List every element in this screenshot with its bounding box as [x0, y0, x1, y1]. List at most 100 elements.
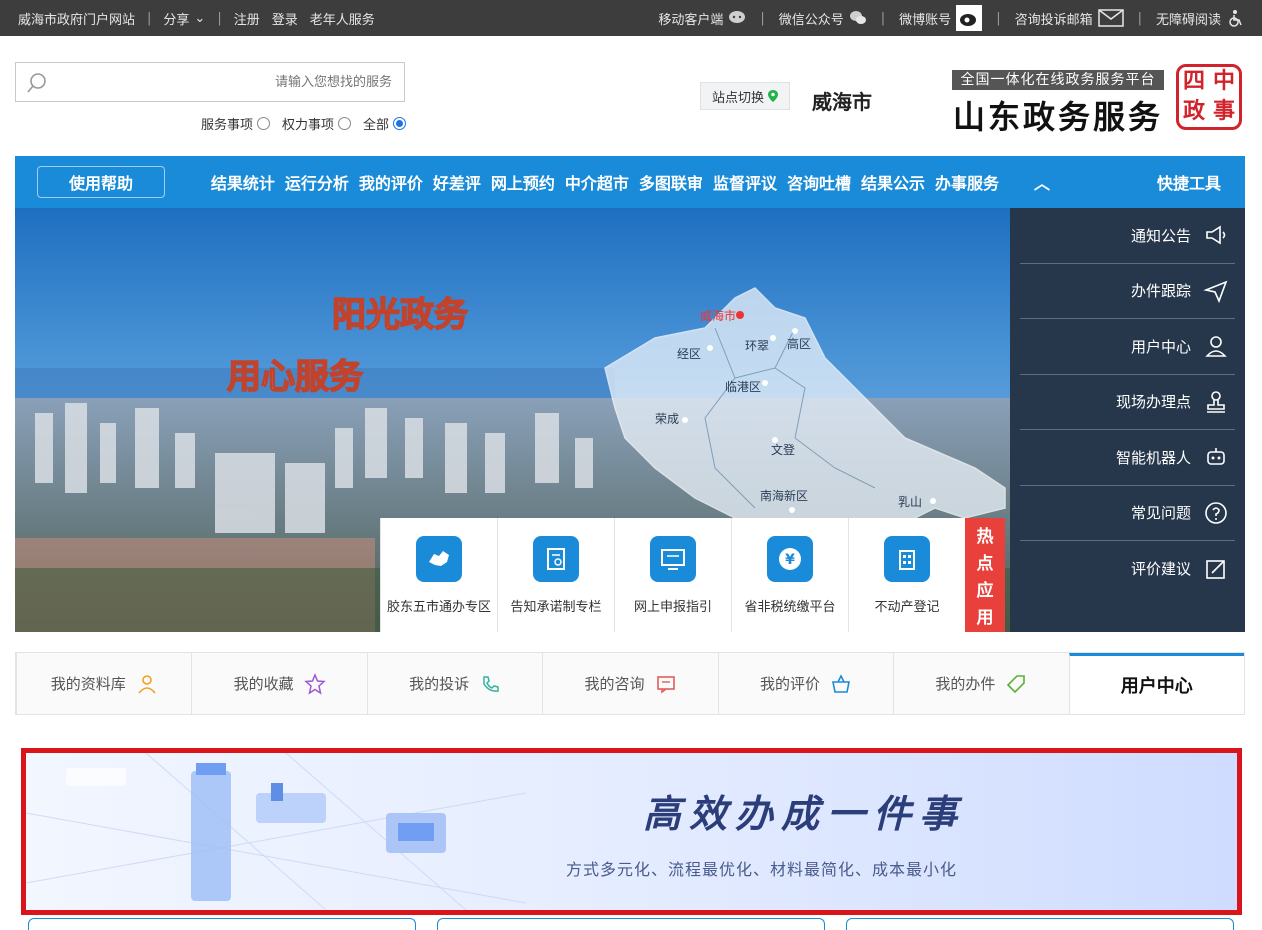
star-icon	[303, 672, 326, 695]
hot-app-real-estate[interactable]: 不动产登记	[848, 518, 965, 632]
mobile-client-link[interactable]: 移动客户端	[658, 9, 746, 28]
wheelchair-icon	[1229, 10, 1242, 27]
tab-my-evaluation[interactable]: 我的评价	[717, 653, 893, 714]
weibo-label: 微博账号	[899, 12, 952, 28]
login-link[interactable]: 登录	[272, 9, 298, 28]
nav-item-good-bad-review[interactable]: 好差评	[428, 170, 486, 194]
nav-item-statistics[interactable]: 结果统计	[206, 170, 280, 194]
share-label: 分享	[163, 12, 190, 28]
stamp-icon	[1207, 390, 1225, 413]
hot-apps-label: 热 点 应 用	[965, 518, 1005, 632]
logo-seal[interactable]: 四 中 政 事	[1176, 64, 1242, 130]
tab-my-cases[interactable]: 我的办件	[893, 653, 1068, 714]
station-switch-label: 站点切换	[711, 90, 764, 106]
bottom-card[interactable]	[846, 918, 1234, 930]
quick-item-service-hall[interactable]: 现场办理点	[1020, 375, 1235, 430]
radio-circle[interactable]	[393, 117, 406, 130]
phone-icon	[483, 675, 499, 692]
map-label: 乳山	[898, 495, 922, 509]
chat-bubble-icon	[729, 11, 746, 23]
tab-my-library[interactable]: 我的资料库	[16, 653, 191, 714]
radio-circle[interactable]	[256, 117, 270, 130]
nav-item-consult[interactable]: 咨询吐槽	[782, 170, 856, 194]
svg-text:¥: ¥	[785, 552, 795, 568]
radio-label: 全部	[362, 118, 389, 133]
radio-label: 权力事项	[281, 118, 334, 133]
radio-all[interactable]: 全部	[363, 114, 406, 133]
register-link[interactable]: 注册	[234, 9, 260, 28]
weibo-link[interactable]: 微博账号	[899, 5, 983, 31]
chevron-up-icon[interactable]: ︿	[1034, 170, 1050, 194]
main-nav: 使用帮助 结果统计 运行分析 我的评价 好差评 网上预约 中介超市 多图联审 监…	[15, 156, 1010, 208]
site-title[interactable]: 山东政务服务	[952, 92, 1164, 138]
elderly-service-link[interactable]: 老年人服务	[310, 9, 375, 28]
quick-item-label: 现场办理点	[1115, 393, 1191, 412]
search-input[interactable]	[72, 63, 392, 101]
map-label: 荣成	[655, 412, 679, 426]
quick-item-notice[interactable]: 通知公告	[1020, 208, 1235, 264]
complaint-mailbox-link[interactable]: 咨询投诉邮箱	[1015, 9, 1124, 28]
radio-service-items[interactable]: 服务事项	[201, 114, 270, 133]
bottom-card[interactable]	[28, 918, 416, 930]
quick-item-user-center[interactable]: 用户中心	[1020, 319, 1235, 375]
map-label: 临港区	[725, 380, 761, 394]
quick-item-robot[interactable]: 智能机器人	[1020, 430, 1235, 486]
seal-char: 事	[1212, 99, 1235, 124]
nav-item-agency-market[interactable]: 中介超市	[560, 170, 634, 194]
nav-item-results[interactable]: 结果公示	[856, 170, 930, 194]
share-link[interactable]: 分享 ⌄	[163, 9, 205, 28]
map-label: 南海新区	[760, 488, 808, 503]
yuan-coin-icon: ¥	[767, 535, 813, 582]
nav-item-online-booking[interactable]: 网上预约	[486, 170, 560, 194]
top-bar-left-links: 威海市政府门户网站 | 分享 ⌄ | 注册 登录 老年人服务	[18, 0, 375, 36]
banner-slogan-1: 阳光政务	[332, 295, 468, 335]
map-label: 文登	[771, 442, 795, 457]
promo-title: 高效办成一件事	[642, 791, 965, 836]
mail-icon	[1097, 9, 1124, 27]
tab-label: 我的收藏	[233, 675, 294, 693]
nav-item-my-evaluation[interactable]: 我的评价	[354, 170, 428, 194]
nav-item-supervision[interactable]: 监督评议	[708, 170, 782, 194]
radio-power-items[interactable]: 权力事项	[282, 114, 351, 133]
hot-app-non-tax[interactable]: ¥ 省非税统缴平台	[731, 518, 848, 632]
hot-app-online-guide[interactable]: 网上申报指引	[614, 518, 731, 632]
station-switch-button[interactable]: 站点切换	[700, 82, 790, 110]
nav-item-services[interactable]: 办事服务	[930, 170, 1004, 194]
help-button[interactable]: 使用帮助	[37, 166, 165, 198]
wechat-link[interactable]: 微信公众号	[779, 9, 867, 28]
promo-illustration	[26, 753, 527, 910]
paper-plane-icon	[1203, 280, 1228, 303]
hot-app-jiaodong[interactable]: 胶东五市通办专区	[380, 518, 497, 632]
tab-my-favorites[interactable]: 我的收藏	[191, 653, 366, 714]
radio-circle[interactable]	[337, 117, 351, 130]
accessibility-label: 无障碍阅读	[1155, 12, 1221, 28]
quick-item-faq[interactable]: 常见问题	[1020, 486, 1235, 541]
quick-item-tracking[interactable]: 办件跟踪	[1020, 264, 1235, 319]
portal-link[interactable]: 威海市政府门户网站	[18, 9, 135, 28]
map-label: 威海市	[700, 308, 736, 323]
quick-item-label: 评价建议	[1130, 560, 1191, 579]
bottom-card[interactable]	[437, 918, 825, 930]
tab-user-center[interactable]: 用户中心	[1068, 653, 1244, 714]
seal-char: 中	[1212, 69, 1235, 94]
nav-item-analysis[interactable]: 运行分析	[280, 170, 354, 194]
map-label: 高区	[787, 336, 811, 351]
map-label: 经区	[677, 347, 701, 361]
mobile-client-label: 移动客户端	[658, 12, 724, 28]
tab-my-consult[interactable]: 我的咨询	[542, 653, 717, 714]
quick-tools-header[interactable]: ︿ 快捷工具	[1010, 156, 1245, 208]
promo-banner[interactable]: 高效办成一件事 方式多元化、流程最优化、材料最简化、成本最小化	[21, 748, 1242, 915]
megaphone-icon	[1206, 225, 1226, 245]
accessibility-link[interactable]: 无障碍阅读	[1156, 9, 1244, 28]
hot-app-label: 不动产登记	[874, 599, 940, 615]
thumbs-icon	[831, 673, 850, 693]
quick-item-feedback[interactable]: 评价建议	[1020, 541, 1235, 597]
map-label: 环翠	[745, 339, 769, 353]
hot-app-commitment[interactable]: 告知承诺制专栏	[497, 518, 614, 632]
search-icon[interactable]	[26, 72, 48, 94]
tab-my-complaint[interactable]: 我的投诉	[366, 653, 542, 714]
nav-item-joint-review[interactable]: 多图联审	[634, 170, 708, 194]
location-pin-icon	[768, 90, 778, 102]
monitor-icon	[650, 535, 696, 582]
banner-slogan-2: 用心服务	[227, 357, 363, 397]
